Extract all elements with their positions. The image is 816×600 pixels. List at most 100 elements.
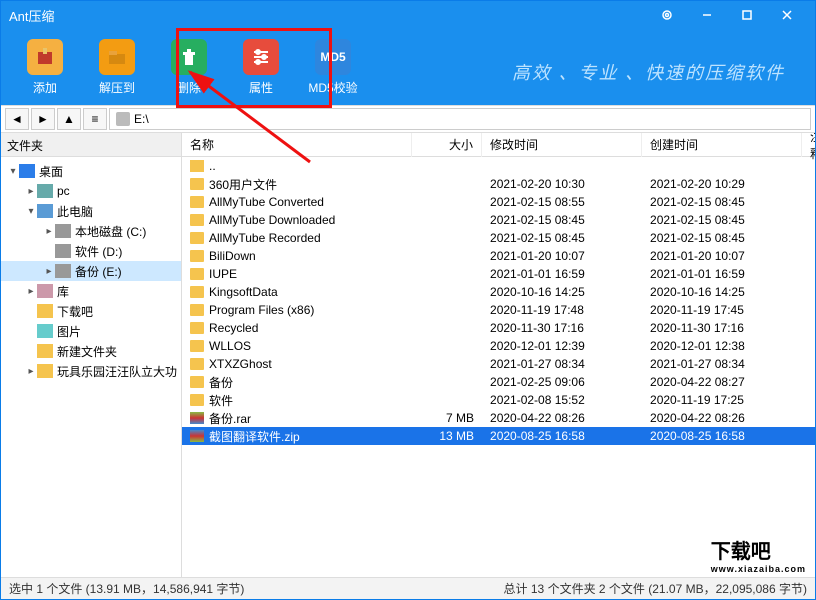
expander-icon[interactable]: ▸: [25, 286, 37, 297]
file-row[interactable]: 软件2021-02-08 15:522020-11-19 17:25: [182, 391, 815, 409]
tree-item[interactable]: 下载吧: [1, 301, 181, 321]
file-name: 备份.rar: [209, 410, 251, 427]
properties-button[interactable]: 属性: [225, 31, 297, 103]
nav-forward-button[interactable]: ►: [31, 108, 55, 130]
file-list[interactable]: ..360用户文件2021-02-20 10:302021-02-20 10:2…: [182, 157, 815, 577]
file-row[interactable]: 360用户文件2021-02-20 10:302021-02-20 10:29: [182, 175, 815, 193]
sidebar: 文件夹 ▾桌面▸pc▾此电脑▸本地磁盘 (C:)软件 (D:)▸备份 (E:)▸…: [1, 133, 182, 577]
tree-item[interactable]: ▸ 玩具乐园汪汪队立大功: [1, 361, 181, 381]
folder-icon: [190, 214, 204, 226]
desktop-icon: [19, 164, 35, 178]
file-row[interactable]: 备份2021-02-25 09:062020-04-22 08:27: [182, 373, 815, 391]
lib-icon: [37, 284, 53, 298]
expander-icon[interactable]: ▸: [25, 366, 37, 377]
md5-button[interactable]: MD5 MD5校验: [297, 31, 369, 103]
expander-icon[interactable]: ▾: [25, 206, 37, 217]
tree-item-label: 此电脑: [57, 203, 93, 220]
col-mtime[interactable]: 修改时间: [482, 133, 642, 157]
file-name: BiliDown: [209, 249, 256, 263]
folder-icon: [190, 178, 204, 190]
tree-item[interactable]: ▸库: [1, 281, 181, 301]
tree-item[interactable]: ▾ 桌面: [1, 161, 181, 181]
minimize-button[interactable]: [687, 1, 727, 29]
tree-item[interactable]: ▾ 此电脑: [1, 201, 181, 221]
delete-icon: [171, 39, 207, 75]
body-area: 文件夹 ▾桌面▸pc▾此电脑▸本地磁盘 (C:)软件 (D:)▸备份 (E:)▸…: [1, 133, 815, 577]
col-ctime[interactable]: 创建时间: [642, 133, 802, 157]
file-row[interactable]: 备份.rar7 MB2020-04-22 08:262020-04-22 08:…: [182, 409, 815, 427]
app-window: Ant压缩 添加 解压到 删除 属性 MD5 MD5校验 高效 、专业 、快速的…: [0, 0, 816, 600]
tree-item-label: 玩具乐园汪汪队立大功: [57, 363, 177, 380]
md5-icon: MD5: [315, 39, 351, 75]
file-row[interactable]: BiliDown2021-01-20 10:072021-01-20 10:07: [182, 247, 815, 265]
file-row[interactable]: Recycled2020-11-30 17:162020-11-30 17:16: [182, 319, 815, 337]
expander-icon[interactable]: ▸: [43, 226, 55, 237]
file-mtime: 2020-11-30 17:16: [482, 321, 642, 335]
file-row[interactable]: AllMyTube Downloaded 2021-02-15 08:452021…: [182, 211, 815, 229]
fold-icon: [37, 364, 53, 378]
view-list-button[interactable]: ≡: [83, 108, 107, 130]
tree-item[interactable]: 图片: [1, 321, 181, 341]
folder-tree[interactable]: ▾ 桌面▸pc ▾ 此电脑▸本地磁盘 (C:) 软件 (D:) ▸ 备份 (E:)▸库下载吧…: [1, 157, 181, 577]
extract-label: 解压到: [99, 79, 135, 96]
zip-icon: [190, 430, 204, 442]
file-name: AllMyTube Downloaded: [209, 213, 335, 227]
nav-back-button[interactable]: ◄: [5, 108, 29, 130]
file-ctime: 2020-12-01 12:38: [642, 339, 802, 353]
file-mtime: 2021-02-20 10:30: [482, 177, 642, 191]
settings-button[interactable]: [647, 1, 687, 29]
file-name: AllMyTube Converted: [209, 195, 324, 209]
status-right: 总计 13 个文件夹 2 个文件 (21.07 MB，22,095,086 字节…: [504, 580, 807, 597]
tree-item[interactable]: ▸ 备份 (E:): [1, 261, 181, 281]
file-ctime: 2021-02-15 08:45: [642, 213, 802, 227]
file-mtime: 2020-11-19 17:48: [482, 303, 642, 317]
col-size[interactable]: 大小: [412, 133, 482, 157]
address-bar: ◄ ► ▲ ≡ E:\: [1, 105, 815, 133]
file-ctime: 2021-01-27 08:34: [642, 357, 802, 371]
delete-button[interactable]: 删除: [153, 31, 225, 103]
file-row[interactable]: ..: [182, 157, 815, 175]
file-name: IUPE: [209, 267, 237, 281]
file-ctime: 2021-02-20 10:29: [642, 177, 802, 191]
file-row[interactable]: WLLOS2020-12-01 12:392020-12-01 12:38: [182, 337, 815, 355]
tree-item-label: 备份 (E:): [75, 263, 122, 280]
pic-icon: [37, 324, 53, 338]
file-mtime: 2021-02-15 08:45: [482, 213, 642, 227]
maximize-button[interactable]: [727, 1, 767, 29]
nav-up-button[interactable]: ▲: [57, 108, 81, 130]
path-field[interactable]: E:\: [109, 108, 811, 130]
folder-icon: [190, 340, 204, 352]
expander-icon[interactable]: ▸: [43, 266, 55, 277]
tree-item-label: 软件 (D:): [75, 243, 122, 260]
file-row[interactable]: AllMyTube Recorded2021-02-15 08:452021-0…: [182, 229, 815, 247]
close-button[interactable]: [767, 1, 807, 29]
folder-icon: [190, 358, 204, 370]
file-ctime: 2020-08-25 16:58: [642, 429, 802, 443]
file-row[interactable]: XTXZGhost2021-01-27 08:342021-01-27 08:3…: [182, 355, 815, 373]
folder-icon: [190, 304, 204, 316]
properties-icon: [243, 39, 279, 75]
file-mtime: 2020-10-16 14:25: [482, 285, 642, 299]
tree-item[interactable]: 软件 (D:): [1, 241, 181, 261]
expander-icon[interactable]: ▸: [25, 186, 37, 197]
tree-item[interactable]: ▸pc: [1, 181, 181, 201]
tree-item[interactable]: ▸本地磁盘 (C:): [1, 221, 181, 241]
tree-item-label: 桌面: [39, 163, 63, 180]
tree-item[interactable]: 新建文件夹: [1, 341, 181, 361]
file-row[interactable]: KingsoftData2020-10-16 14:252020-10-16 1…: [182, 283, 815, 301]
file-mtime: 2021-02-15 08:45: [482, 231, 642, 245]
file-row[interactable]: 截图翻译软件.zip13 MB2020-08-25 16:582020-08-2…: [182, 427, 815, 445]
file-row[interactable]: AllMyTube Converted2021-02-15 08:552021-…: [182, 193, 815, 211]
file-row[interactable]: IUPE2021-01-01 16:592021-01-01 16:59: [182, 265, 815, 283]
expander-icon[interactable]: ▾: [7, 166, 19, 177]
file-row[interactable]: Program Files (x86)2020-11-19 17:482020-…: [182, 301, 815, 319]
add-label: 添加: [33, 79, 57, 96]
file-mtime: 2021-01-01 16:59: [482, 267, 642, 281]
properties-label: 属性: [249, 79, 273, 96]
file-ctime: 2021-02-15 08:45: [642, 195, 802, 209]
file-name: 备份: [209, 374, 233, 391]
col-name[interactable]: 名称: [182, 133, 412, 157]
extract-button[interactable]: 解压到: [81, 31, 153, 103]
titlebar: Ant压缩: [1, 1, 815, 29]
add-button[interactable]: 添加: [9, 31, 81, 103]
